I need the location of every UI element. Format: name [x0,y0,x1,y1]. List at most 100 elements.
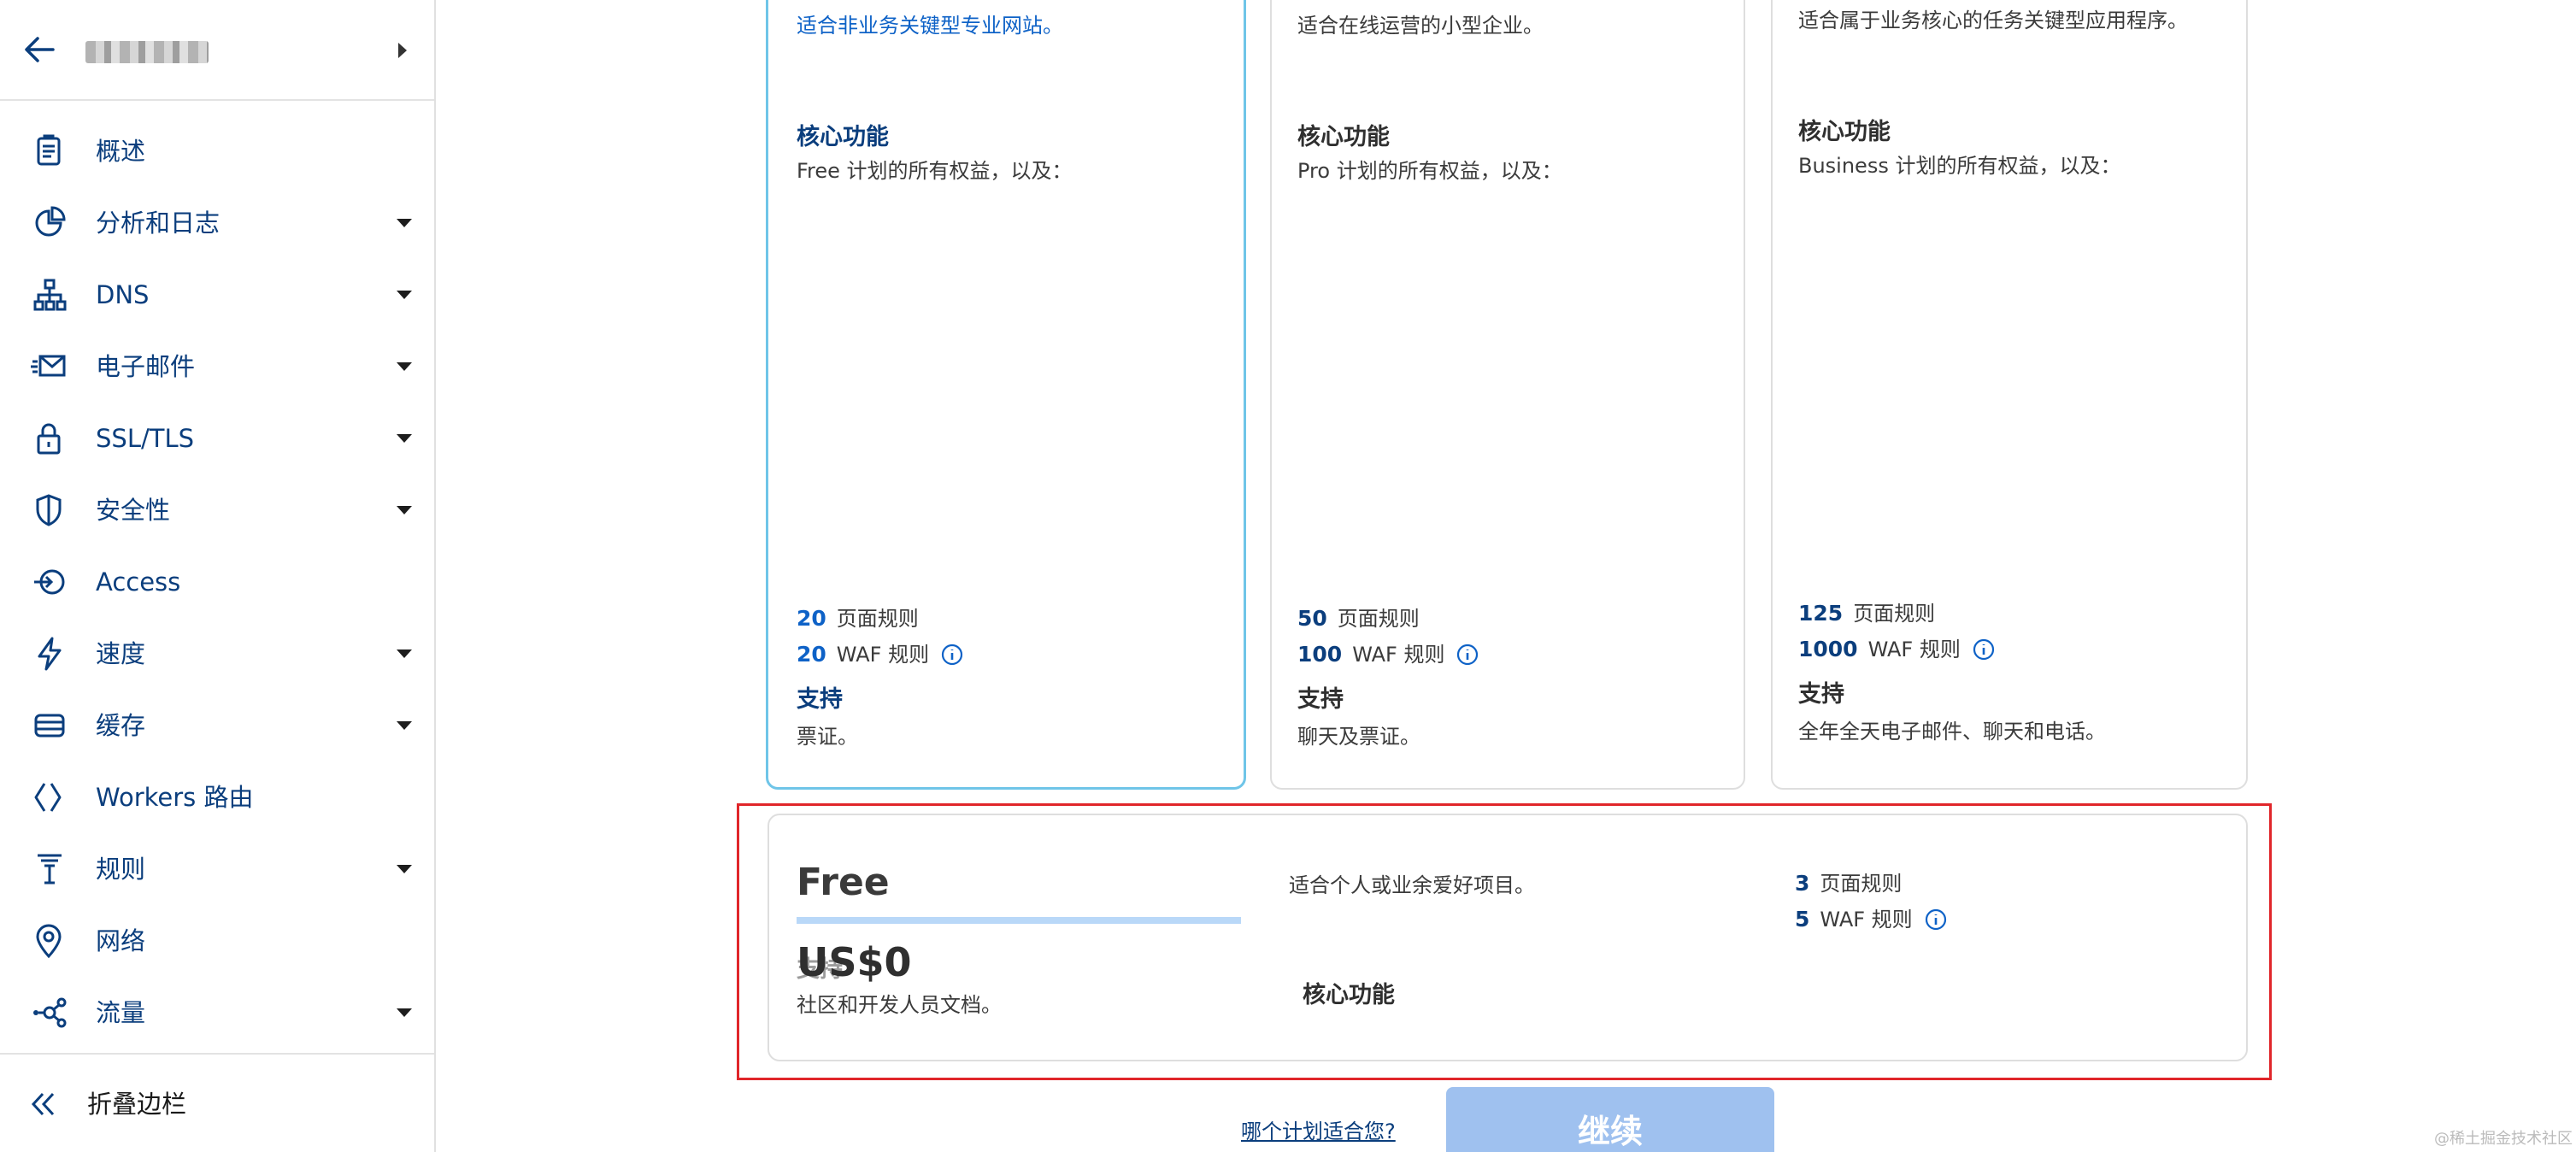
page-rules-stat: 125 页面规则 [1798,600,1935,627]
page-rules-stat: 20 页面规则 [797,605,919,632]
continue-button[interactable]: 继续 [1446,1087,1774,1152]
chevron-down-icon [397,434,412,443]
page-rules-count: 50 [1297,606,1327,631]
page-rules-label: 页面规则 [836,607,919,631]
core-features-subtitle: Business 计划的所有权益，以及： [1798,154,2121,178]
sitemap-icon [33,279,67,311]
plan-card-business[interactable] [1270,0,1745,790]
chevron-down-icon [397,721,412,730]
lightning-icon [38,637,62,671]
plan-description: 适合非业务关键型专业网站。 [797,14,1063,38]
envelope-icon [31,355,66,377]
sidebar-item-label: 电子邮件 [96,352,196,381]
support-text: 聊天及票证。 [1297,725,1420,749]
sidebar-item-label: SSL/TLS [96,424,195,453]
plan-card-free[interactable] [768,814,2248,1061]
filter-funnel-icon [38,854,62,885]
sidebar-item-overview[interactable]: 概述 [0,115,434,187]
sidebar-item-label: 缓存 [96,711,146,740]
collapse-sidebar-button[interactable]: 折叠边栏 [0,1068,434,1140]
chevron-down-icon [397,362,412,371]
chevron-down-icon [397,865,412,873]
core-features-heading: 核心功能 [1798,119,1891,145]
caret-right-icon[interactable] [398,43,407,58]
sidebar-item-caching[interactable]: 缓存 [0,690,434,761]
traffic-nodes-icon [33,997,67,1028]
waf-rules-stat: 100 WAF 规则 [1297,641,1479,668]
double-chevron-left-icon [31,1092,55,1116]
sidebar-item-network[interactable]: 网络 [0,905,434,977]
sidebar-item-label: 分析和日志 [96,209,221,238]
plan-description: 适合个人或业余爱好项目。 [1289,873,1535,897]
page-rules-stat: 3 页面规则 [1795,870,1902,897]
sidebar-item-traffic[interactable]: 流量 [0,977,434,1049]
plan-description: 适合属于业务核心的任务关键型应用程序。 [1798,9,2188,32]
sidebar-item-label: 网络 [96,926,146,955]
support-heading: 支持 [1297,686,1344,713]
pie-chart-icon [35,206,66,237]
waf-rules-count: 20 [797,642,826,667]
sidebar-item-label: Access [96,567,181,597]
sidebar-item-security[interactable]: 安全性 [0,474,434,546]
info-icon[interactable] [1925,908,1947,931]
info-icon[interactable] [1456,644,1479,666]
sidebar-item-label: 安全性 [96,496,171,525]
server-stack-icon [34,714,65,738]
chevron-down-icon [397,219,412,227]
location-pin-icon [36,924,62,959]
sidebar-header [0,0,434,101]
waf-rules-label: WAF 规则 [1867,638,1961,661]
chevron-down-icon [397,1008,412,1017]
sidebar-item-dns[interactable]: DNS [0,259,434,331]
back-arrow-icon[interactable] [21,31,58,68]
page-rules-label: 页面规则 [1820,872,1903,896]
sidebar-item-analytics[interactable]: 分析和日志 [0,187,434,259]
page-rules-count: 3 [1795,871,1810,896]
sidebar-nav: 概述 分析和日志 DNS 电子邮件 SSL/TLS 安全性 Access 速度 … [0,115,434,1049]
core-features-heading: 核心功能 [1303,982,1395,1008]
collapse-sidebar-label: 折叠边栏 [87,1090,187,1119]
chevron-down-icon [397,506,412,514]
page-rules-label: 页面规则 [1853,602,1936,626]
chevron-down-icon [397,291,412,299]
plan-accent-bar [797,917,1241,924]
access-icon [34,569,65,595]
sidebar-item-label: 流量 [96,998,146,1027]
info-icon[interactable] [941,644,963,666]
workers-icon [34,783,62,812]
lock-icon [37,423,61,455]
which-plan-link[interactable]: 哪个计划适合您? [1241,1118,1396,1145]
waf-rules-label: WAF 规则 [836,643,930,667]
sidebar-item-label: 速度 [96,639,146,668]
waf-rules-count: 5 [1795,907,1810,932]
support-text: 社区和开发人员文档。 [797,993,1002,1017]
plan-price: US$0 [797,939,912,985]
waf-rules-stat: 20 WAF 规则 [797,641,963,668]
waf-rules-label: WAF 规则 [1352,643,1445,667]
sidebar-item-workers-routes[interactable]: Workers 路由 [0,761,434,833]
page-rules-count: 125 [1798,601,1844,626]
shield-icon [36,494,62,526]
info-icon[interactable] [1973,638,1995,661]
account-name-blurred[interactable] [85,41,209,63]
waf-rules-count: 100 [1297,642,1343,667]
page-rules-label: 页面规则 [1337,607,1420,631]
core-features-heading: 核心功能 [1297,124,1390,150]
watermark: @稀土掘金技术社区 [2434,1130,2573,1148]
clipboard-icon [37,134,61,166]
sidebar-item-email[interactable]: 电子邮件 [0,331,434,403]
sidebar-item-label: Workers 路由 [96,783,254,812]
sidebar: 概述 分析和日志 DNS 电子邮件 SSL/TLS 安全性 Access 速度 … [0,0,436,1152]
waf-rules-stat: 5 WAF 规则 [1795,906,1947,933]
sidebar-item-access[interactable]: Access [0,546,434,618]
sidebar-item-rules[interactable]: 规则 [0,833,434,905]
sidebar-divider [0,1053,434,1055]
plan-title: Free [797,861,890,904]
sidebar-item-speed[interactable]: 速度 [0,618,434,690]
plan-card-pro[interactable] [766,0,1246,790]
sidebar-item-ssl-tls[interactable]: SSL/TLS [0,403,434,474]
plan-description: 适合在线运营的小型企业。 [1297,14,1544,38]
core-features-subtitle: Pro 计划的所有权益，以及： [1297,159,1562,183]
sidebar-item-label: 概述 [96,137,146,166]
page-rules-stat: 50 页面规则 [1297,605,1420,632]
